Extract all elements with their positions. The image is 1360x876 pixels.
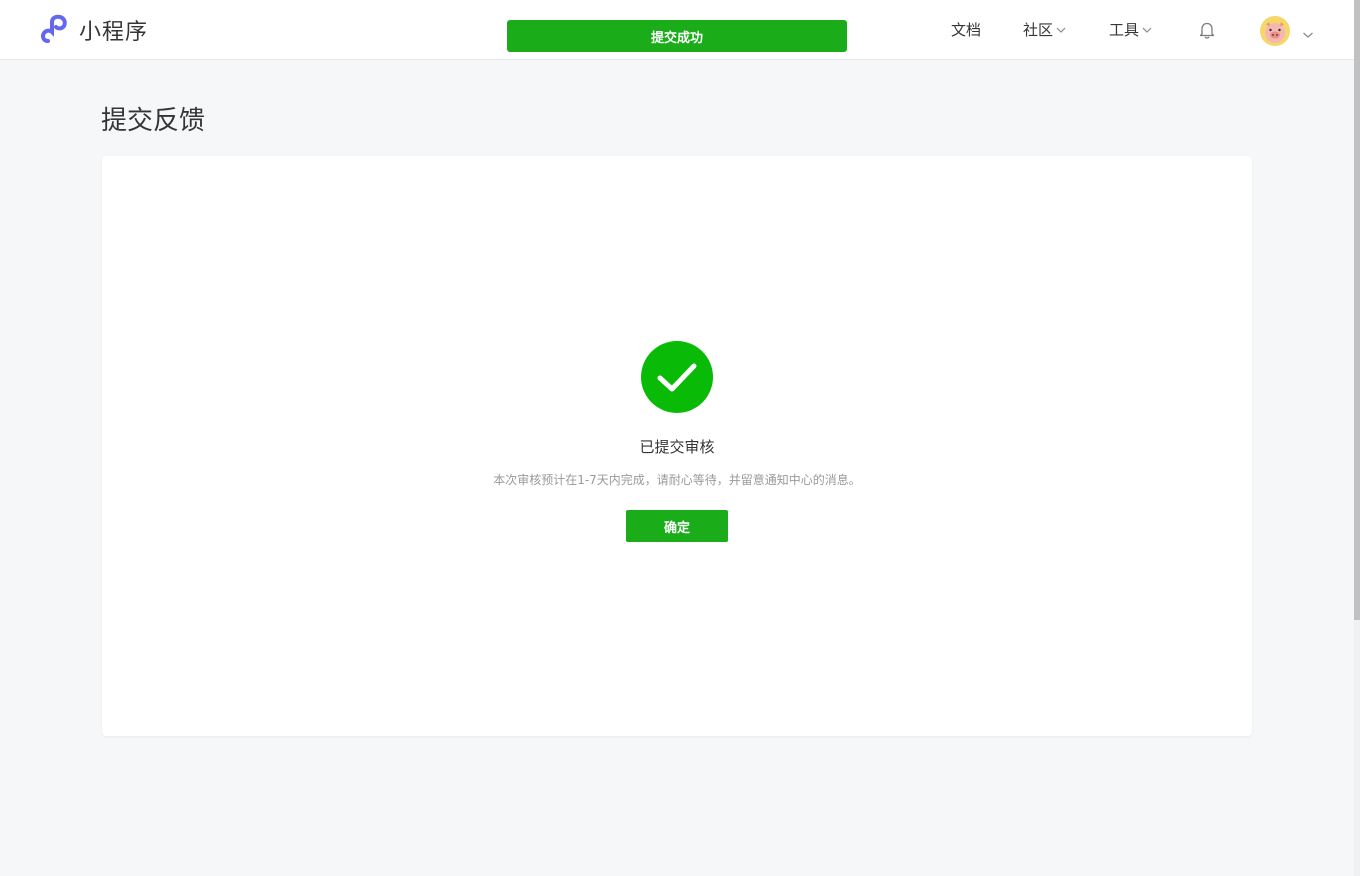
bell-icon[interactable] bbox=[1197, 20, 1217, 44]
confirm-button[interactable]: 确定 bbox=[626, 510, 728, 542]
checkmark-circle-icon bbox=[641, 341, 713, 413]
result-card: 已提交审核 本次审核预计在1-7天内完成，请耐心等待，并留意通知中心的消息。 确… bbox=[102, 156, 1252, 736]
user-avatar[interactable] bbox=[1260, 16, 1290, 46]
chevron-down-icon bbox=[1142, 21, 1152, 39]
mini-program-logo-icon bbox=[39, 14, 71, 46]
nav-docs-label: 文档 bbox=[951, 21, 982, 39]
result-description: 本次审核预计在1-7天内完成，请耐心等待，并留意通知中心的消息。 bbox=[493, 473, 861, 487]
result-title: 已提交审核 bbox=[639, 438, 715, 456]
nav-tools-label: 工具 bbox=[1109, 21, 1140, 39]
nav-tools[interactable]: 工具 bbox=[1109, 19, 1152, 40]
top-navigation-bar: 小程序 提交成功 文档 社区 工具 bbox=[0, 0, 1354, 60]
scrollbar-thumb[interactable] bbox=[1354, 0, 1360, 620]
success-toast: 提交成功 bbox=[507, 20, 847, 52]
logo-text: 小程序 bbox=[79, 20, 149, 45]
logo[interactable]: 小程序 bbox=[39, 14, 148, 46]
page-title: 提交反馈 bbox=[101, 106, 206, 136]
nav-docs[interactable]: 文档 bbox=[951, 19, 981, 40]
chevron-down-icon bbox=[1056, 21, 1066, 39]
chevron-down-icon[interactable] bbox=[1302, 25, 1314, 44]
nav-community[interactable]: 社区 bbox=[1023, 19, 1066, 40]
nav-community-label: 社区 bbox=[1023, 21, 1054, 39]
toast-text: 提交成功 bbox=[650, 30, 703, 46]
